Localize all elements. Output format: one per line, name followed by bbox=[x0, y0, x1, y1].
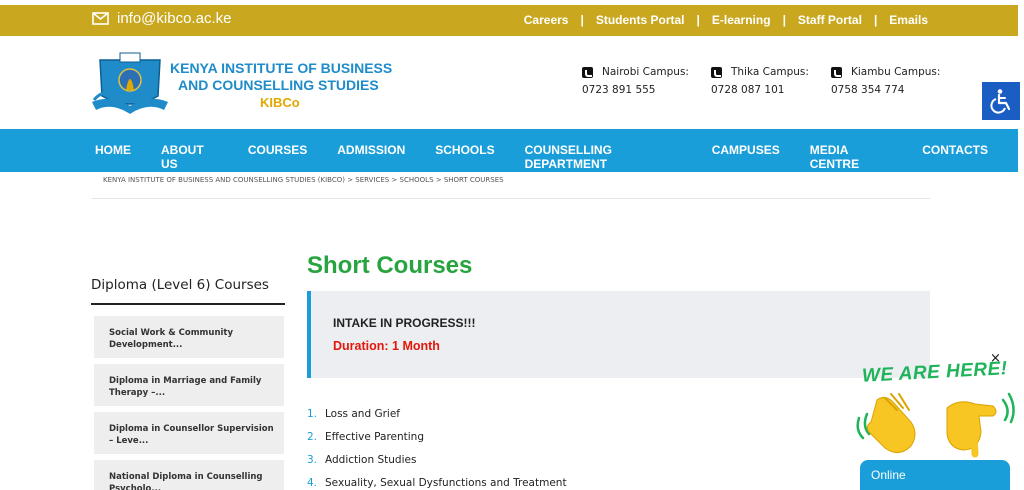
kibco-emblem-icon[interactable] bbox=[92, 50, 168, 116]
emails-link[interactable]: Emails bbox=[889, 13, 928, 27]
campus-thika: Thika Campus: 0728 087 101 bbox=[710, 66, 809, 96]
nav-media-centre[interactable]: MEDIA CENTRE bbox=[810, 143, 893, 171]
nav-about-us[interactable]: ABOUT US bbox=[161, 143, 218, 171]
sidebar-item[interactable]: Diploma in Marriage and Family Therapy –… bbox=[94, 364, 284, 406]
list-item: 2. Effective Parenting bbox=[307, 431, 567, 454]
phone-icon bbox=[710, 66, 722, 78]
email-text: info@kibco.ac.ke bbox=[117, 10, 232, 27]
nav-contacts[interactable]: CONTACTS bbox=[922, 143, 988, 171]
divider bbox=[92, 198, 930, 199]
logo-line-2: AND COUNSELLING STUDIES bbox=[178, 77, 379, 93]
students-portal-link[interactable]: Students Portal bbox=[596, 13, 685, 27]
campus-name: Nairobi Campus: bbox=[602, 66, 689, 78]
top-links: Careers | Students Portal | E-learning |… bbox=[524, 13, 928, 27]
sidebar-item[interactable]: Social Work & Community Development... bbox=[94, 316, 284, 358]
breadcrumb[interactable]: KENYA INSTITUTE OF BUSINESS AND COUNSELL… bbox=[103, 176, 504, 184]
list-item: 4. Sexuality, Sexual Dysfunctions and Tr… bbox=[307, 477, 567, 490]
nav-home[interactable]: HOME bbox=[95, 143, 131, 171]
nav-admission[interactable]: ADMISSION bbox=[337, 143, 405, 171]
duration-text: Duration: 1 Month bbox=[333, 339, 440, 353]
sidebar-item[interactable]: National Diploma in Counselling Psycholo… bbox=[94, 460, 284, 490]
main-nav: HOME ABOUT US COURSES ADMISSION SCHOOLS … bbox=[0, 129, 1018, 172]
course-name: Loss and Grief bbox=[325, 408, 400, 420]
sidebar-course-list: Social Work & Community Development... D… bbox=[94, 316, 284, 490]
staff-portal-link[interactable]: Staff Portal bbox=[798, 13, 862, 27]
campus-kiambu: Kiambu Campus: 0758 354 774 bbox=[830, 66, 941, 96]
course-name: Effective Parenting bbox=[325, 431, 424, 443]
campus-name: Thika Campus: bbox=[730, 66, 809, 78]
campus-phone[interactable]: 0723 891 555 bbox=[582, 84, 689, 96]
intake-heading: INTAKE IN PROGRESS!!! bbox=[333, 316, 476, 330]
chat-online-button[interactable]: Online bbox=[860, 460, 1010, 490]
sidebar-item[interactable]: Diploma in Counsellor Supervision – Leve… bbox=[94, 412, 284, 454]
accessibility-button[interactable] bbox=[982, 82, 1020, 120]
campus-phone[interactable]: 0728 087 101 bbox=[711, 84, 809, 96]
envelope-icon bbox=[92, 12, 109, 25]
course-name: Sexuality, Sexual Dysfunctions and Treat… bbox=[325, 477, 567, 489]
list-item: 3. Addiction Studies bbox=[307, 454, 567, 477]
separator: | bbox=[873, 13, 878, 27]
campus-name: Kiambu Campus: bbox=[850, 66, 941, 78]
intake-notice: INTAKE IN PROGRESS!!! Duration: 1 Month bbox=[307, 291, 930, 378]
campus-contacts: Nairobi Campus: 0723 891 555 Thika Campu… bbox=[582, 66, 962, 96]
logo-line-1: KENYA INSTITUTE OF BUSINESS bbox=[170, 60, 393, 76]
page-title: Short Courses bbox=[307, 252, 473, 279]
waving-hands-icon[interactable] bbox=[855, 388, 1015, 458]
short-course-list: 1. Loss and Grief 2. Effective Parenting… bbox=[307, 408, 567, 490]
list-number: 4. bbox=[307, 477, 318, 489]
separator: | bbox=[580, 13, 584, 27]
sidebar-title-underline bbox=[91, 303, 285, 305]
phone-icon bbox=[830, 66, 842, 78]
list-number: 3. bbox=[307, 454, 318, 466]
logo-wordmark[interactable]: KENYA INSTITUTE OF BUSINESS AND COUNSELL… bbox=[170, 60, 392, 111]
logo-line-3: KIBCo bbox=[260, 95, 300, 110]
campus-phone[interactable]: 0758 354 774 bbox=[831, 84, 940, 96]
nav-campuses[interactable]: CAMPUSES bbox=[712, 143, 780, 171]
e-learning-link[interactable]: E-learning bbox=[712, 13, 771, 27]
course-name: Addiction Studies bbox=[325, 454, 417, 466]
sidebar-title: Diploma (Level 6) Courses bbox=[91, 277, 269, 293]
list-item: 1. Loss and Grief bbox=[307, 408, 567, 431]
separator: | bbox=[782, 13, 786, 27]
nav-courses[interactable]: COURSES bbox=[248, 143, 307, 171]
top-bar: info@kibco.ac.ke Careers | Students Port… bbox=[0, 5, 1018, 36]
list-number: 2. bbox=[307, 431, 318, 443]
careers-link[interactable]: Careers bbox=[524, 13, 569, 27]
list-number: 1. bbox=[307, 408, 318, 420]
campus-nairobi: Nairobi Campus: 0723 891 555 bbox=[582, 66, 689, 96]
wheelchair-icon bbox=[990, 89, 1011, 114]
separator: | bbox=[696, 13, 700, 27]
nav-counselling-department[interactable]: COUNSELLING DEPARTMENT bbox=[525, 143, 682, 171]
email-link[interactable]: info@kibco.ac.ke bbox=[92, 10, 231, 27]
nav-schools[interactable]: SCHOOLS bbox=[435, 143, 494, 171]
site-header: KENYA INSTITUTE OF BUSINESS AND COUNSELL… bbox=[0, 36, 1018, 129]
phone-icon bbox=[582, 66, 593, 78]
